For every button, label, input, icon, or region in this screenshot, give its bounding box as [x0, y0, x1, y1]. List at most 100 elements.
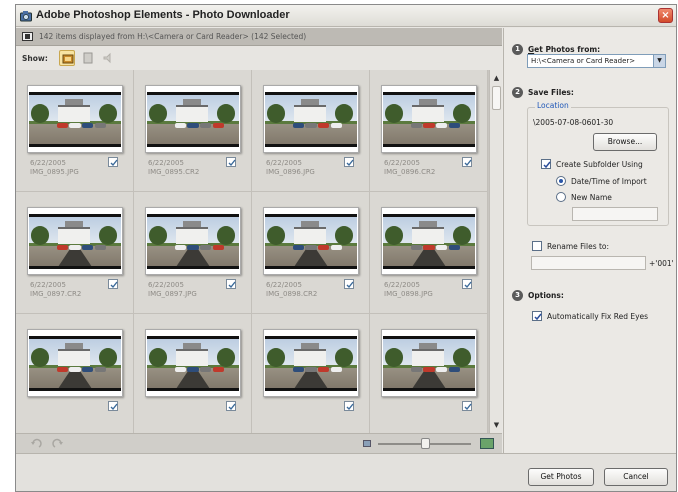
rename-suffix: +'001' — [649, 259, 674, 268]
photo-select-checkbox[interactable] — [226, 401, 236, 411]
photo-thumbnail-cell[interactable] — [252, 314, 370, 433]
photo-thumbnail-cell[interactable] — [370, 314, 488, 433]
photo-filename: IMG_0898.CR2 — [266, 290, 318, 298]
photo-thumbnail-cell[interactable]: 6/22/2005 IMG_0897.CR2 — [16, 192, 134, 314]
photo-thumbnail[interactable] — [263, 207, 359, 275]
photo-select-checkbox[interactable] — [108, 279, 118, 289]
radio-new-name-label: New Name — [571, 193, 612, 202]
photo-date: 6/22/2005 — [384, 159, 420, 167]
photo-thumbnail-cell[interactable] — [134, 314, 252, 433]
rename-files-checkbox[interactable] — [532, 241, 542, 251]
photo-thumbnail-cell[interactable]: 6/22/2005 IMG_0897.JPG — [134, 192, 252, 314]
scroll-thumb[interactable] — [492, 86, 501, 110]
photo-date: 6/22/2005 — [266, 159, 302, 167]
zoom-out-icon[interactable] — [363, 440, 371, 447]
create-subfolder-checkbox[interactable] — [541, 159, 551, 169]
photo-thumbnail[interactable] — [27, 329, 123, 397]
photo-thumbnail[interactable] — [263, 85, 359, 153]
photo-thumbnail[interactable] — [263, 329, 359, 397]
title-bar: Adobe Photoshop Elements - Photo Downloa… — [16, 5, 676, 27]
photo-thumbnail[interactable] — [27, 207, 123, 275]
radio-date-time[interactable] — [556, 176, 566, 186]
photo-date: 6/22/2005 — [266, 281, 302, 289]
photo-thumbnail[interactable] — [381, 329, 477, 397]
photo-thumbnail[interactable] — [145, 329, 241, 397]
close-button[interactable]: × — [658, 8, 673, 23]
radio-new-name[interactable] — [556, 192, 566, 202]
photo-select-checkbox[interactable] — [226, 157, 236, 167]
checkmark-icon — [464, 403, 472, 411]
photo-select-checkbox[interactable] — [344, 157, 354, 167]
checkmark-icon — [110, 159, 118, 167]
show-audio-button[interactable] — [100, 50, 116, 66]
vertical-scrollbar[interactable]: ▲ ▼ — [489, 70, 502, 433]
get-photos-button[interactable]: Get Photos — [528, 468, 594, 486]
photo-select-checkbox[interactable] — [226, 279, 236, 289]
rotate-right-icon[interactable] — [52, 438, 64, 450]
zoom-slider-knob[interactable] — [420, 438, 430, 449]
checkmark-icon — [464, 159, 472, 167]
photo-image — [265, 336, 357, 391]
photo-date: 6/22/2005 — [384, 281, 420, 289]
checkmark-icon — [110, 403, 118, 411]
scroll-up-arrow-icon[interactable]: ▲ — [491, 72, 502, 84]
photo-thumbnail-cell[interactable]: 6/22/2005 IMG_0898.JPG — [370, 192, 488, 314]
photo-thumbnail-cell[interactable]: 6/22/2005 IMG_0898.CR2 — [252, 192, 370, 314]
photo-thumbnail[interactable] — [145, 207, 241, 275]
rotate-left-icon[interactable] — [30, 438, 42, 450]
show-movies-button[interactable] — [80, 50, 96, 66]
checkmark-icon — [534, 313, 542, 321]
photo-thumbnail[interactable] — [381, 85, 477, 153]
show-photos-button[interactable] — [59, 50, 75, 66]
photo-thumbnail-cell[interactable]: 6/22/2005 IMG_0895.CR2 — [134, 70, 252, 192]
source-dropdown-value: H:\<Camera or Card Reader> — [531, 57, 636, 65]
step-2-badge: 2 — [512, 87, 523, 98]
checkmark-icon — [346, 281, 354, 289]
photo-select-checkbox[interactable] — [344, 279, 354, 289]
photo-image — [29, 92, 121, 147]
photo-image — [383, 336, 475, 391]
radio-date-time-label: Date/Time of Import — [571, 177, 647, 186]
photo-select-checkbox[interactable] — [462, 401, 472, 411]
photo-thumbnail[interactable] — [27, 85, 123, 153]
items-count-text: 142 items displayed from H:\<Camera or C… — [39, 32, 307, 41]
photo-select-checkbox[interactable] — [344, 401, 354, 411]
photo-image — [383, 214, 475, 269]
cancel-button[interactable]: Cancel — [604, 468, 668, 486]
photo-image — [383, 92, 475, 147]
settings-panel: 1 Get Photos from: H:\<Camera or Card Re… — [503, 28, 676, 453]
photo-select-checkbox[interactable] — [462, 157, 472, 167]
rename-files-field[interactable] — [531, 256, 646, 270]
photo-image — [265, 92, 357, 147]
checkmark-icon — [346, 159, 354, 167]
new-name-field[interactable] — [572, 207, 658, 221]
photo-thumbnail-cell[interactable]: 6/22/2005 IMG_0896.JPG — [252, 70, 370, 192]
scroll-down-arrow-icon[interactable]: ▼ — [491, 419, 502, 431]
photo-date: 6/22/2005 — [30, 281, 66, 289]
photo-image — [147, 336, 239, 391]
photo-thumbnail-cell[interactable] — [16, 314, 134, 433]
photo-date: 6/22/2005 — [30, 159, 66, 167]
source-dropdown[interactable]: H:\<Camera or Card Reader> ▼ — [527, 54, 666, 68]
step-1-badge: 1 — [512, 44, 523, 55]
photo-thumbnail-cell[interactable]: 6/22/2005 IMG_0895.JPG — [16, 70, 134, 192]
thumbnail-grid[interactable]: 6/22/2005 IMG_0895.JPG 6/22/2005 IMG_0895.C… — [16, 70, 489, 433]
photo-thumbnail[interactable] — [145, 85, 241, 153]
photo-filename: IMG_0896.CR2 — [384, 168, 436, 176]
camera-icon — [20, 11, 32, 22]
dialog-footer: Get Photos Cancel — [16, 453, 676, 491]
photo-downloader-window: Adobe Photoshop Elements - Photo Downloa… — [15, 4, 677, 492]
browse-button[interactable]: Browse... — [593, 133, 657, 151]
photo-select-checkbox[interactable] — [108, 401, 118, 411]
photo-image — [147, 92, 239, 147]
photo-browser-panel: 142 items displayed from H:\<Camera or C… — [16, 28, 502, 453]
photo-image — [265, 214, 357, 269]
photo-thumbnail[interactable] — [381, 207, 477, 275]
zoom-in-icon[interactable] — [480, 438, 494, 449]
chevron-down-icon[interactable]: ▼ — [653, 55, 665, 67]
photo-select-checkbox[interactable] — [462, 279, 472, 289]
photo-select-checkbox[interactable] — [108, 157, 118, 167]
fix-red-eyes-checkbox[interactable] — [532, 311, 542, 321]
photo-thumbnail-cell[interactable]: 6/22/2005 IMG_0896.CR2 — [370, 70, 488, 192]
photo-image — [29, 336, 121, 391]
